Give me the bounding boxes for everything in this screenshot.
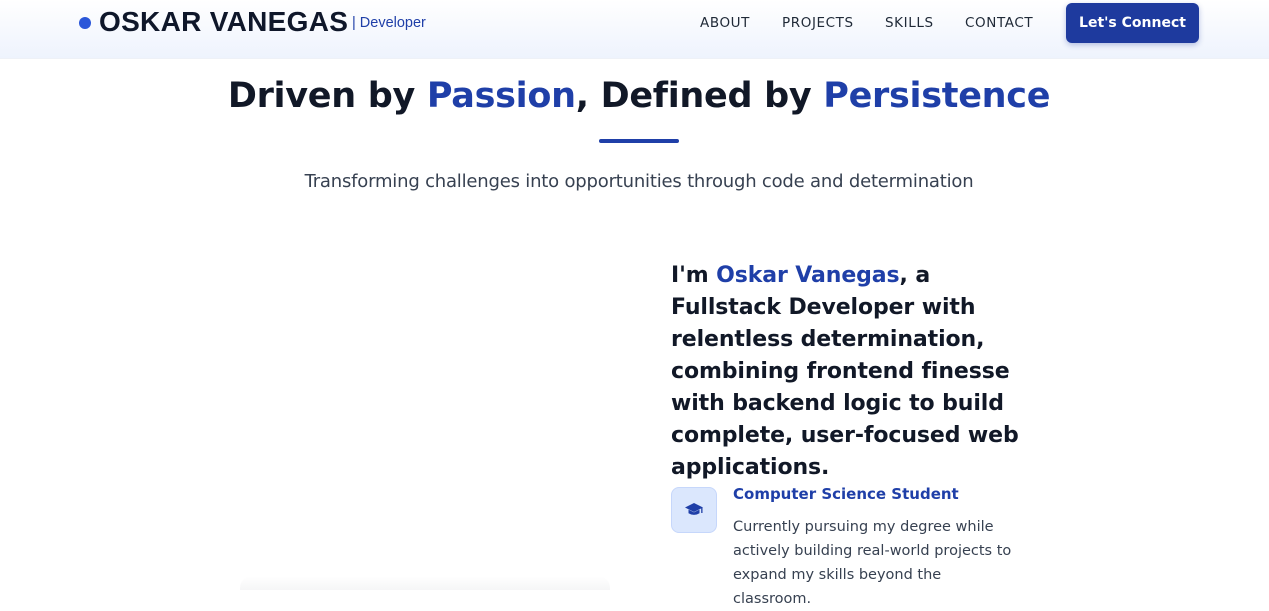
nav-link-projects[interactable]: PROJECTS <box>782 15 854 31</box>
feature-description: Currently pursuing my degree while activ… <box>733 519 1012 607</box>
nav-link-skills[interactable]: SKILLS <box>885 15 934 31</box>
brand-dot <box>79 17 91 29</box>
page-subtitle: Transforming challenges into opportuniti… <box>304 171 974 192</box>
page-title: Driven by Passion, Defined by Persistenc… <box>0 76 1269 116</box>
title-text-2: , Defined by <box>575 76 824 116</box>
intro-prefix: I'm <box>671 263 717 288</box>
title-text-1: Driven by <box>227 76 427 116</box>
intro-statement: I'm Oskar Vanegas, a Fullstack Developer… <box>671 260 1031 484</box>
title-accent-passion: Passion <box>426 76 576 116</box>
brand-name[interactable]: OSKAR VANEGAS <box>99 6 348 38</box>
brand-role: | Developer <box>352 15 426 31</box>
site-header: OSKAR VANEGAS | Developer ABOUT PROJECTS… <box>0 0 1269 59</box>
feature-title: Computer Science Student <box>733 485 959 503</box>
feature-icon-box <box>671 487 717 533</box>
profile-image-placeholder <box>240 576 610 590</box>
nav-link-about[interactable]: ABOUT <box>700 15 750 31</box>
lets-connect-button[interactable]: Let's Connect <box>1066 3 1199 43</box>
intro-rest: , a Fullstack Developer with relentless … <box>671 263 1019 480</box>
graduation-cap-icon <box>685 503 703 515</box>
title-accent-persistence: Persistence <box>823 76 1051 116</box>
intro-name: Oskar Vanegas <box>716 263 900 288</box>
title-underline <box>599 139 679 143</box>
nav-link-contact[interactable]: CONTACT <box>965 15 1033 31</box>
